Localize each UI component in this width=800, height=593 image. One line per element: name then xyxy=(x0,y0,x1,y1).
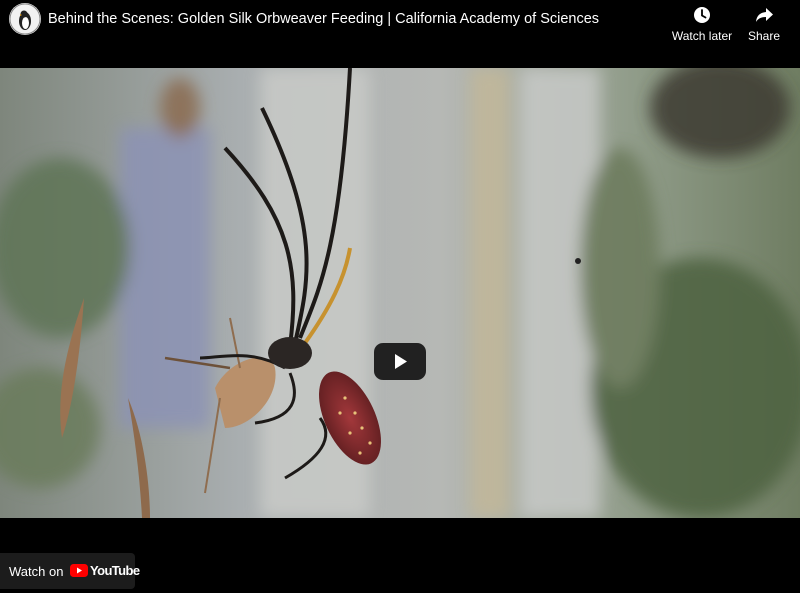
youtube-logo-icon xyxy=(70,564,88,577)
share-arrow-icon xyxy=(756,8,773,22)
watch-later-button[interactable]: Watch later xyxy=(669,4,735,43)
penguin-logo-icon xyxy=(9,3,41,35)
watch-on-label: Watch on xyxy=(9,564,64,579)
share-label: Share xyxy=(747,29,781,43)
video-title[interactable]: Behind the Scenes: Golden Silk Orbweaver… xyxy=(48,10,599,28)
video-header: Behind the Scenes: Golden Silk Orbweaver… xyxy=(0,0,800,68)
youtube-wordmark: YouTube xyxy=(90,563,140,578)
channel-avatar[interactable] xyxy=(9,3,41,35)
watch-on-youtube-button[interactable]: Watch on YouTube xyxy=(0,553,140,589)
play-button[interactable] xyxy=(374,343,426,380)
spider-thumbnail-image xyxy=(0,68,800,518)
share-button[interactable]: Share xyxy=(731,4,797,43)
play-icon xyxy=(395,354,407,369)
watch-later-label: Watch later xyxy=(671,29,733,43)
video-thumbnail[interactable] xyxy=(0,68,800,518)
clock-icon xyxy=(694,7,710,23)
